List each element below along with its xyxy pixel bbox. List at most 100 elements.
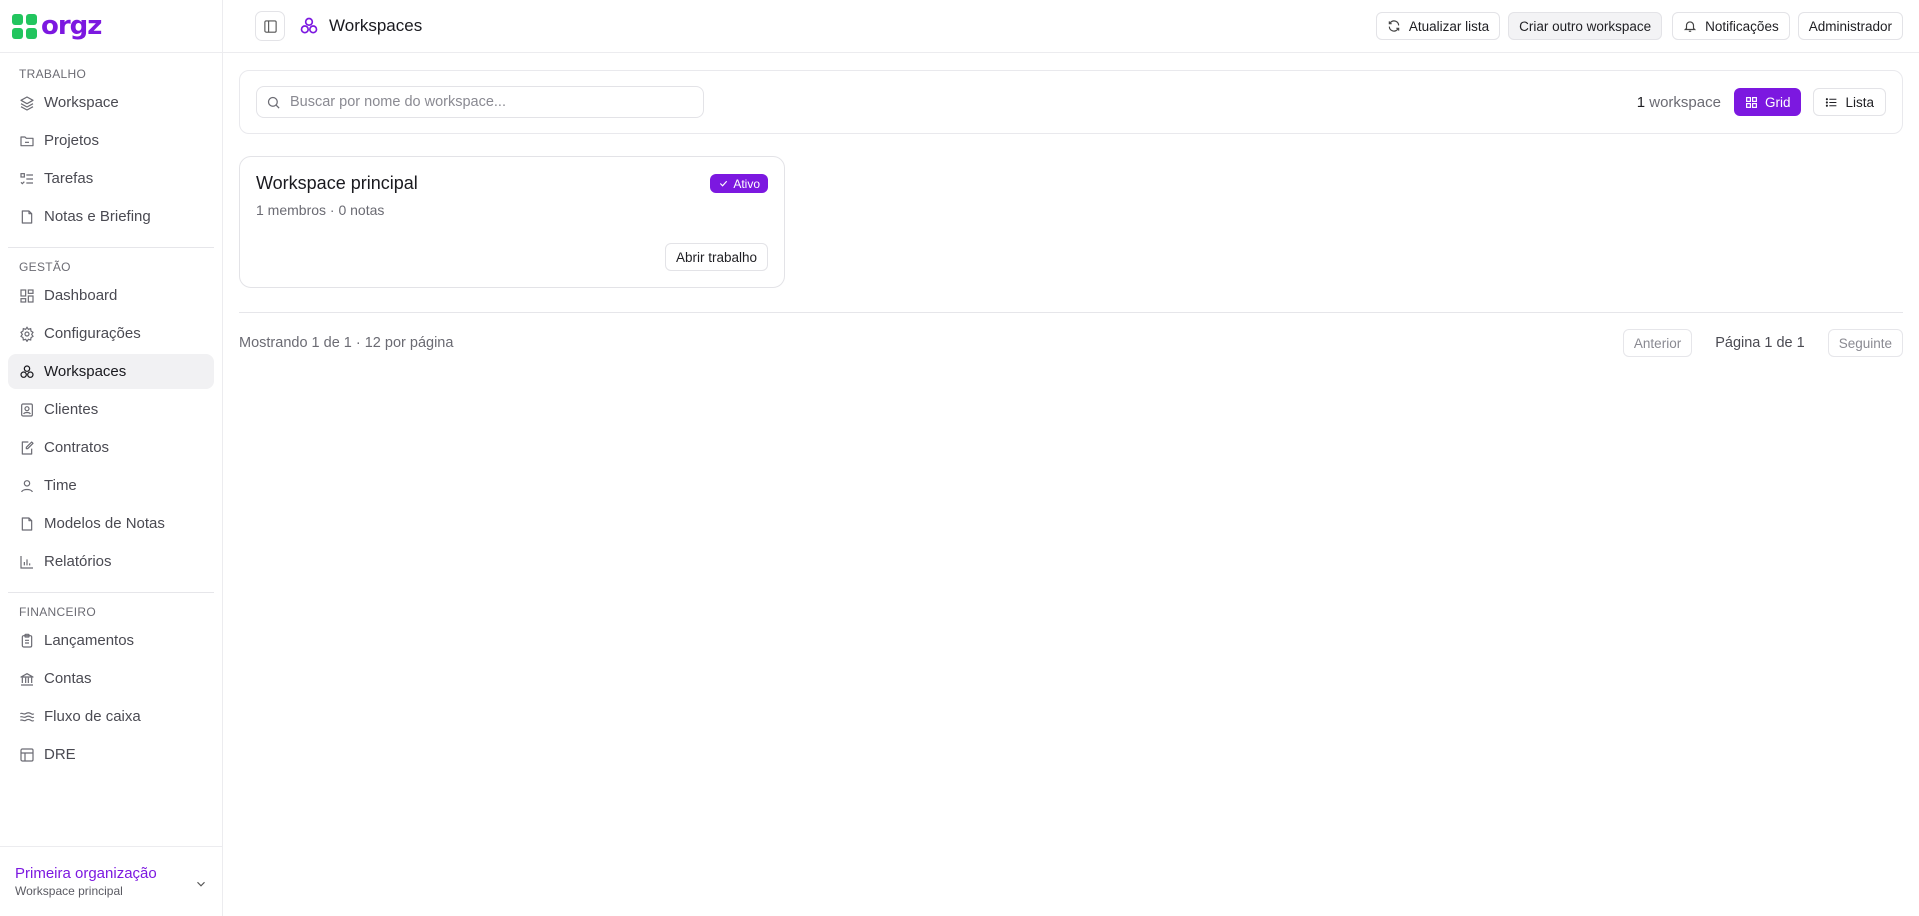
sidebar-item-dashboard[interactable]: Dashboard (8, 278, 214, 313)
clipboard-icon (19, 633, 35, 649)
user-icon (19, 478, 35, 494)
table-icon (19, 747, 35, 763)
sidebar-item-label: Configurações (44, 325, 141, 342)
nav-section-gestao: GESTÃO Dashboard Configurações Workspace… (0, 258, 222, 582)
sidebar-item-lancamentos[interactable]: Lançamentos (8, 623, 214, 658)
org-name: Primeira organização (15, 865, 157, 882)
topbar: Workspaces Atualizar lista Criar outro w… (223, 0, 1919, 53)
contract-icon (19, 440, 35, 456)
sidebar-item-label: Relatórios (44, 553, 112, 570)
section-label: FINANCEIRO (19, 605, 97, 619)
sidebar-item-label: Contratos (44, 439, 110, 456)
create-workspace-label: Criar outro workspace (1519, 18, 1652, 34)
workspace-card: Workspace principal 1 membros · 0 notas … (239, 156, 785, 288)
org-info: Primeira organização Workspace principal (15, 865, 157, 916)
content-divider (239, 312, 1903, 313)
sidebar-item-label: Workspace (44, 94, 119, 111)
contact-icon (19, 402, 35, 418)
view-grid-button[interactable]: Grid (1733, 88, 1802, 116)
app-shell: orgz TRABALHO Workspace Projetos Tarefas… (0, 0, 1919, 916)
view-controls: 1 workspace Grid Lista (1637, 88, 1886, 116)
notifications-button[interactable]: Notificações (1672, 12, 1790, 40)
chevron-down-icon (194, 877, 208, 916)
waves-icon (19, 709, 35, 725)
workspace-count-number: 1 (1636, 93, 1646, 111)
page-title-text: Workspaces (329, 16, 423, 35)
view-grid-label: Grid (1764, 94, 1791, 110)
note-icon (19, 209, 35, 225)
sidebar-item-workspaces[interactable]: Workspaces (8, 354, 214, 389)
pagination: Mostrando 1 de 1 · 12 por página Anterio… (239, 328, 1903, 358)
org-switcher[interactable]: Primeira organização Workspace principal (0, 846, 222, 916)
dashboard-icon (19, 288, 35, 304)
section-label: TRABALHO (19, 67, 87, 81)
previous-page-button[interactable]: Anterior (1622, 329, 1693, 357)
sidebar-item-label: Contas (44, 670, 92, 687)
workspaces-icon (19, 364, 35, 380)
grid-icon (1745, 96, 1758, 109)
bank-icon (19, 671, 35, 687)
note-template-icon (19, 516, 35, 532)
sidebar-item-time[interactable]: Time (8, 468, 214, 503)
bell-icon (1683, 19, 1697, 33)
sidebar-item-contas[interactable]: Contas (8, 661, 214, 696)
sidebar-item-label: Notas e Briefing (44, 208, 151, 225)
admin-button[interactable]: Administrador (1797, 12, 1903, 40)
sidebar-item-label: Workspaces (44, 363, 127, 380)
org-workspace: Workspace principal (15, 884, 123, 898)
sidebar-item-dre[interactable]: DRE (8, 737, 214, 772)
open-workspace-button[interactable]: Abrir trabalho (664, 243, 768, 271)
sidebar-item-notas[interactable]: Notas e Briefing (8, 199, 214, 234)
sidebar-toggle-button[interactable] (255, 11, 285, 41)
next-page-button[interactable]: Seguinte (1827, 329, 1903, 357)
brand-logo[interactable]: orgz (0, 0, 222, 53)
page-title: Workspaces (299, 16, 422, 36)
check-icon (718, 178, 729, 189)
sidebar: orgz TRABALHO Workspace Projetos Tarefas… (0, 0, 223, 916)
search-input[interactable] (290, 94, 690, 110)
search-icon (266, 95, 281, 110)
workspaces-icon (299, 16, 319, 36)
pagination-info: Mostrando 1 de 1 · 12 por página (239, 335, 454, 351)
refresh-label: Atualizar lista (1408, 18, 1490, 34)
bar-chart-icon (19, 554, 35, 570)
workspace-name: Workspace principal (256, 173, 418, 193)
sidebar-item-projetos[interactable]: Projetos (8, 123, 214, 158)
sidebar-item-label: Modelos de Notas (44, 515, 165, 532)
sidebar-item-label: Fluxo de caixa (44, 708, 141, 725)
refresh-icon (1387, 19, 1401, 33)
workspace-meta: 1 membros · 0 notas (256, 202, 385, 218)
admin-label: Administrador (1808, 18, 1892, 34)
sidebar-item-label: Dashboard (44, 287, 118, 304)
sidebar-item-modelos-notas[interactable]: Modelos de Notas (8, 506, 214, 541)
refresh-button[interactable]: Atualizar lista (1375, 12, 1501, 40)
sidebar-item-relatorios[interactable]: Relatórios (8, 544, 214, 579)
sidebar-item-workspace[interactable]: Workspace (8, 85, 214, 120)
sidebar-item-fluxo-caixa[interactable]: Fluxo de caixa (8, 699, 214, 734)
sidebar-item-configuracoes[interactable]: Configurações (8, 316, 214, 351)
sidebar-panel-icon (263, 19, 278, 34)
gear-icon (19, 325, 35, 342)
brand-name: orgz (41, 11, 102, 41)
sidebar-divider (8, 592, 214, 593)
page-indicator: Página 1 de 1 (1715, 335, 1805, 351)
view-list-button[interactable]: Lista (1813, 88, 1886, 116)
filter-bar: 1 workspace Grid Lista (239, 70, 1903, 134)
sidebar-item-contratos[interactable]: Contratos (8, 430, 214, 465)
list-icon (1825, 96, 1838, 109)
sidebar-item-label: Lançamentos (44, 632, 135, 649)
layers-icon (19, 95, 35, 111)
workspace-count-label: workspace (1649, 93, 1721, 111)
sidebar-item-tarefas[interactable]: Tarefas (8, 161, 214, 196)
sidebar-item-clientes[interactable]: Clientes (8, 392, 214, 427)
create-workspace-button[interactable]: Criar outro workspace (1508, 12, 1663, 40)
notifications-label: Notificações (1705, 18, 1779, 34)
workspace-count: 1 workspace (1637, 94, 1721, 111)
search-field[interactable] (256, 86, 704, 118)
nav-section-financeiro: FINANCEIRO Lançamentos Contas Fluxo de c… (0, 603, 222, 775)
nav-section-trabalho: TRABALHO Workspace Projetos Tarefas Nota… (0, 53, 222, 237)
status-badge: Ativo (710, 174, 768, 193)
sidebar-divider (8, 247, 214, 248)
header-actions: Atualizar lista Criar outro workspace No… (1368, 12, 1903, 40)
pagination-controls: Anterior Página 1 de 1 Seguinte (1622, 329, 1903, 357)
